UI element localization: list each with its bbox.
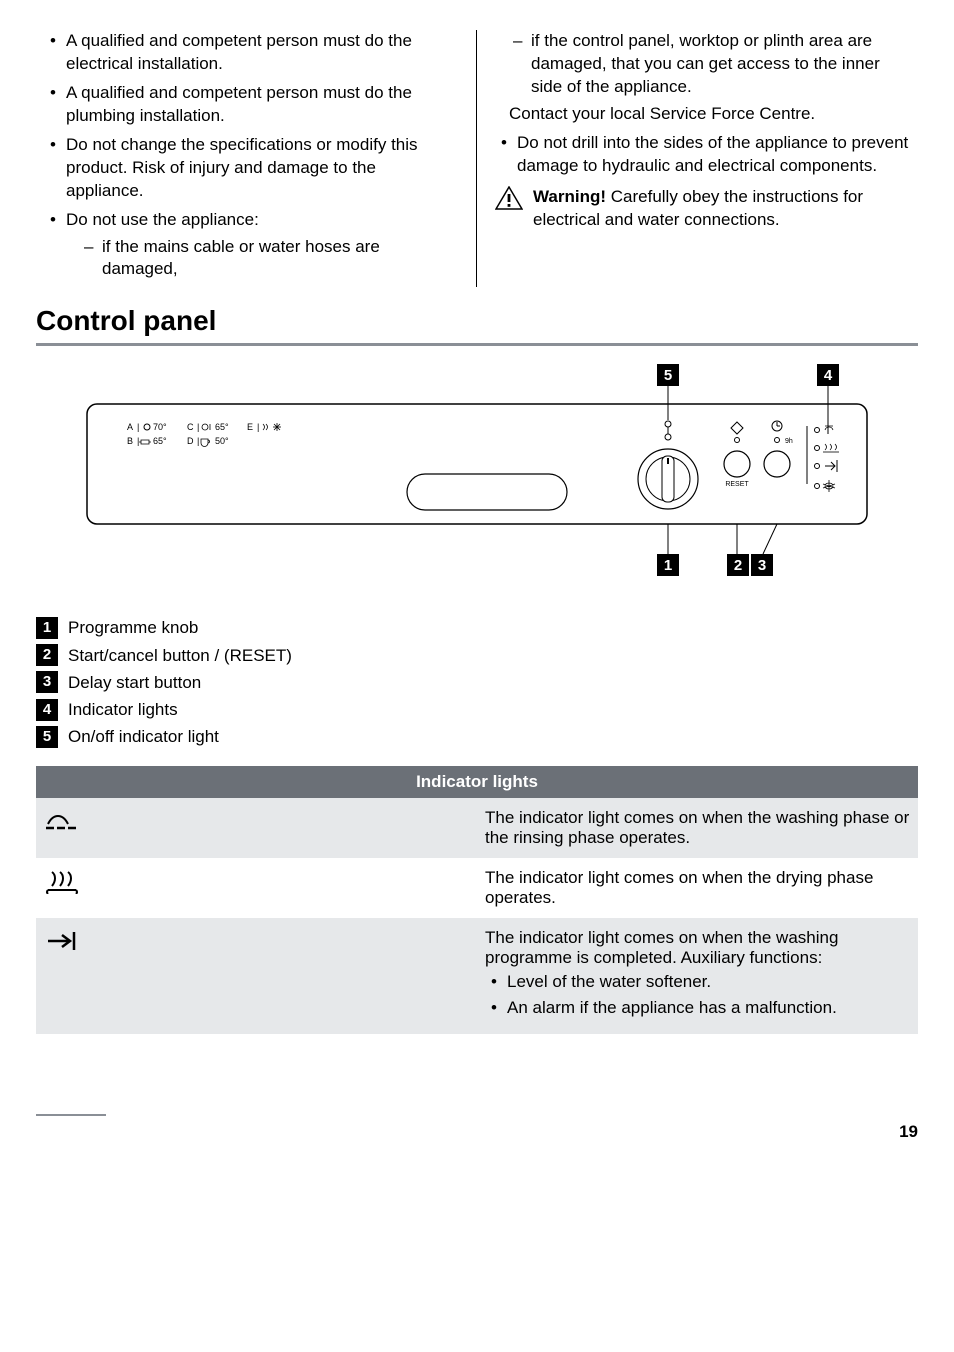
warning-text: Warning! Carefully obey the instructions…: [533, 186, 910, 232]
programme-labels: A| 70° B| 65° C| 65° D| 50° E|: [127, 422, 281, 447]
start-cancel-button[interactable]: RESET: [724, 422, 750, 488]
text: A qualified and competent person must do…: [66, 83, 412, 125]
callout-5: 5: [664, 367, 672, 384]
table-row: The indicator light comes on when the dr…: [36, 858, 918, 918]
legend-text: On/off indicator light: [68, 723, 219, 750]
table-cell: The indicator light comes on when the wa…: [477, 918, 918, 1034]
table-header: Indicator lights: [36, 766, 918, 798]
end-icon: [44, 928, 84, 954]
safety-item: A qualified and competent person must do…: [44, 30, 458, 76]
svg-text:70°: 70°: [153, 422, 167, 432]
warning-label: Warning!: [533, 187, 606, 206]
legend-row: 2 Start/cancel button / (RESET): [36, 642, 918, 669]
indicator-lights: [807, 426, 839, 492]
text: A qualified and competent person must do…: [66, 31, 412, 73]
control-panel-diagram: 5 4 A| 70° B| 65° C|: [36, 364, 918, 594]
callout-4: 4: [824, 367, 833, 384]
text: Do not change the specifications or modi…: [66, 135, 418, 200]
text: if the mains cable or water hoses are da…: [102, 237, 380, 279]
text: Do not use the appliance:: [66, 210, 259, 229]
indicator-lights-table: Indicator lights The indicator light com…: [36, 766, 918, 1034]
legend-num: 2: [36, 644, 58, 666]
text: Do not drill into the sides of the appli…: [517, 133, 908, 175]
legend-row: 3 Delay start button: [36, 669, 918, 696]
door-handle: [407, 474, 567, 510]
section-heading: Control panel: [36, 305, 918, 337]
svg-text:50°: 50°: [215, 436, 229, 446]
safety-item: Do not drill into the sides of the appli…: [495, 132, 910, 178]
legend-text: Delay start button: [68, 669, 201, 696]
safety-subitem: if the control panel, worktop or plinth …: [509, 30, 910, 99]
warning-block: Warning! Carefully obey the instructions…: [495, 186, 910, 232]
svg-text:E: E: [247, 422, 253, 432]
legend-row: 4 Indicator lights: [36, 696, 918, 723]
reset-label: RESET: [725, 481, 749, 488]
delay-start-button[interactable]: 9h: [764, 421, 793, 477]
table-text: The indicator light comes on when the wa…: [477, 798, 918, 858]
callout-1: 1: [664, 557, 672, 574]
svg-text:65°: 65°: [215, 422, 229, 432]
onoff-indicator: [665, 421, 671, 440]
programme-knob[interactable]: [638, 449, 698, 509]
safety-columns: A qualified and competent person must do…: [36, 30, 918, 287]
svg-text:|: |: [197, 436, 199, 446]
legend-num: 4: [36, 699, 58, 721]
legend-row: 5 On/off indicator light: [36, 723, 918, 750]
svg-text:65°: 65°: [153, 436, 167, 446]
dry-icon: [44, 868, 84, 894]
page-number: 19: [899, 1122, 918, 1141]
table-row: The indicator light comes on when the wa…: [36, 918, 918, 1034]
legend-text: Indicator lights: [68, 696, 178, 723]
callout-2: 2: [734, 557, 742, 574]
right-column: if the control panel, worktop or plinth …: [477, 30, 918, 287]
legend-num: 1: [36, 617, 58, 639]
legend-num: 5: [36, 726, 58, 748]
warning-icon: [495, 186, 523, 210]
svg-text:|: |: [257, 422, 259, 432]
legend-row: 1 Programme knob: [36, 614, 918, 641]
svg-text:|: |: [197, 422, 199, 432]
table-bullet: Level of the water softener.: [485, 972, 910, 992]
contact-line: Contact your local Service Force Centre.: [509, 103, 910, 126]
section-rule: [36, 343, 918, 346]
svg-text:|: |: [137, 422, 139, 432]
svg-text:B: B: [127, 436, 133, 446]
callout-3: 3: [758, 557, 766, 574]
page-footer: 19: [36, 1114, 918, 1142]
text: if the control panel, worktop or plinth …: [531, 31, 880, 96]
table-text: The indicator light comes on when the dr…: [477, 858, 918, 918]
safety-item: A qualified and competent person must do…: [44, 82, 458, 128]
legend-num: 3: [36, 671, 58, 693]
delay-label: 9h: [785, 438, 793, 445]
svg-text:C: C: [187, 422, 194, 432]
legend-text: Start/cancel button / (RESET): [68, 642, 292, 669]
callout-legend: 1 Programme knob 2 Start/cancel button /…: [36, 614, 918, 750]
safety-subitem: if the mains cable or water hoses are da…: [80, 236, 458, 282]
svg-text:|: |: [137, 436, 139, 446]
safety-item: Do not use the appliance: if the mains c…: [44, 209, 458, 282]
svg-text:D: D: [187, 436, 194, 446]
wash-icon: [44, 808, 84, 834]
table-row: The indicator light comes on when the wa…: [36, 798, 918, 858]
table-bullet: An alarm if the appliance has a malfunct…: [485, 998, 910, 1018]
left-column: A qualified and competent person must do…: [36, 30, 477, 287]
safety-item: Do not change the specifications or modi…: [44, 134, 458, 203]
svg-text:A: A: [127, 422, 133, 432]
legend-text: Programme knob: [68, 614, 198, 641]
table-text: The indicator light comes on when the wa…: [485, 928, 910, 968]
